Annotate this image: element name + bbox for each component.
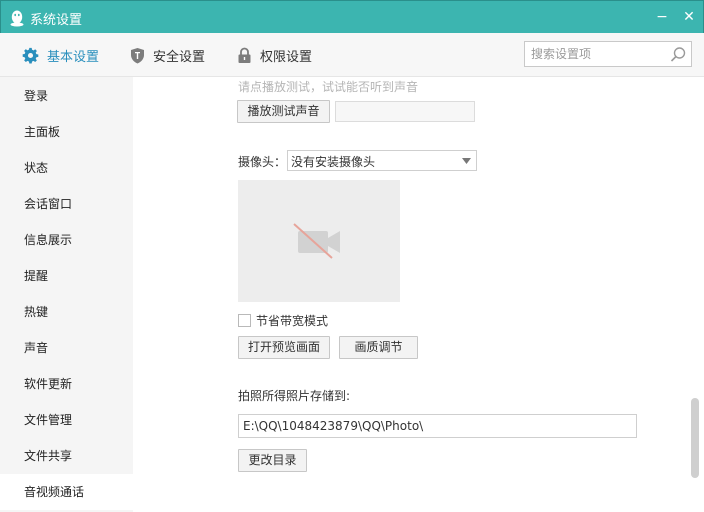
play-test-sound-button[interactable]: 播放测试声音: [237, 100, 330, 123]
sidebar-item-file-sharing[interactable]: 文件共享: [0, 438, 133, 474]
sidebar-item-login[interactable]: 登录: [0, 78, 133, 114]
photo-save-label: 拍照所得照片存储到:: [238, 389, 351, 403]
camera-preview-area: [238, 180, 400, 302]
tab-label: 基本设置: [47, 49, 100, 65]
sidebar-item-sound[interactable]: 声音: [0, 330, 133, 366]
tab-security-settings[interactable]: 安全设置: [130, 45, 205, 65]
shield-icon: [131, 47, 144, 63]
sidebar-item-main-panel[interactable]: 主面板: [0, 114, 133, 150]
search-box: [524, 41, 692, 67]
photo-path-value: E:\QQ\1048423879\QQ\Photo\: [243, 419, 424, 433]
sidebar-item-av-call[interactable]: 音视频通话: [0, 474, 133, 510]
title-bar: 系统设置 − ✕: [0, 0, 704, 33]
sidebar-item-software-update[interactable]: 软件更新: [0, 366, 133, 402]
minimize-button[interactable]: −: [651, 7, 673, 27]
sidebar-item-info-display[interactable]: 信息展示: [0, 222, 133, 258]
sidebar-item-status[interactable]: 状态: [0, 150, 133, 186]
settings-toolbar: 基本设置 安全设置 权限设置: [0, 33, 704, 77]
camera-select[interactable]: 没有安装摄像头: [287, 150, 477, 171]
volume-meter: [335, 101, 475, 122]
tab-label: 权限设置: [260, 49, 313, 65]
change-directory-button[interactable]: 更改目录: [238, 449, 307, 472]
close-button[interactable]: ✕: [678, 7, 700, 27]
settings-sidebar: 登录 主面板 状态 会话窗口 信息展示 提醒 热键 声音 软件更新 文件管理 文…: [0, 77, 133, 512]
chevron-down-icon: [462, 158, 471, 164]
lock-icon: [238, 47, 251, 63]
scrollbar-thumb[interactable]: [691, 398, 699, 478]
open-preview-button[interactable]: 打开预览画面: [238, 336, 330, 359]
qq-penguin-icon: [10, 10, 24, 27]
sidebar-item-chat-window[interactable]: 会话窗口: [0, 186, 133, 222]
bandwidth-save-label: 节省带宽模式: [256, 314, 329, 328]
quality-adjust-button[interactable]: 画质调节: [339, 336, 418, 359]
camera-label: 摄像头：: [238, 155, 287, 169]
camera-off-icon: [293, 223, 340, 259]
window-title: 系统设置: [30, 13, 83, 28]
gear-icon: [22, 47, 39, 63]
sidebar-item-hotkeys[interactable]: 热键: [0, 294, 133, 330]
tab-basic-settings[interactable]: 基本设置: [22, 45, 99, 65]
camera-select-value: 没有安装摄像头: [291, 155, 376, 169]
search-icon[interactable]: [670, 46, 687, 63]
search-input[interactable]: [531, 46, 671, 62]
photo-path-field[interactable]: E:\QQ\1048423879\QQ\Photo\: [238, 414, 637, 438]
sidebar-item-reminders[interactable]: 提醒: [0, 258, 133, 294]
audio-test-hint: 请点播放测试，试试能否听到声音: [238, 80, 419, 94]
tab-label: 安全设置: [153, 49, 206, 65]
bandwidth-save-checkbox[interactable]: [238, 314, 251, 327]
tab-permission-settings[interactable]: 权限设置: [237, 45, 312, 65]
sidebar-item-file-management[interactable]: 文件管理: [0, 402, 133, 438]
